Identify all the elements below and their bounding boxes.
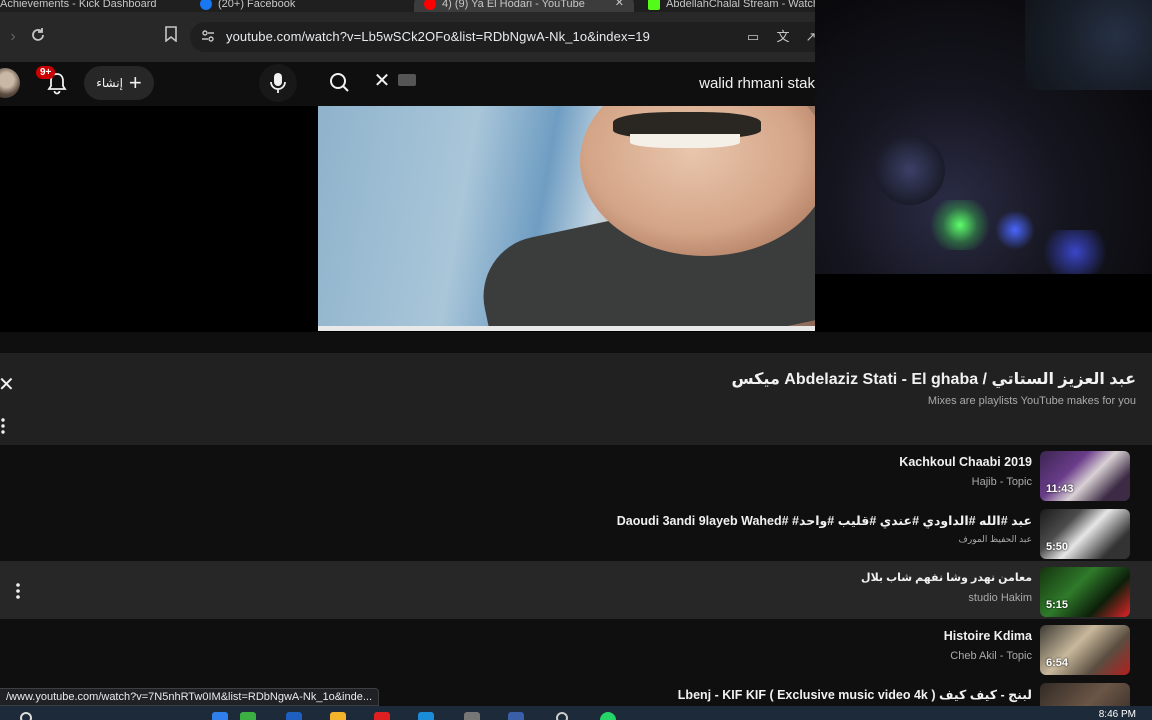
- playlist-header: ✕ ميكس Abdelaziz Stati - El ghaba / عبد …: [0, 353, 1152, 445]
- voice-search-button[interactable]: [259, 64, 297, 102]
- item-channel: Cheb Akil - Topic: [950, 650, 1032, 662]
- tab-label: Achievements - Kick Dashboard: [0, 0, 157, 10]
- playlist-item[interactable]: Kachkoul Chaabi 2019 Hajib - Topic 11:43: [0, 445, 1152, 503]
- tab-label: (20+) Facebook: [218, 0, 296, 10]
- item-duration: 5:50: [1046, 541, 1069, 553]
- create-button[interactable]: إنشاء +: [84, 66, 154, 100]
- browser-toolbar: › youtube.com/watch?v=Lb5wSCk2OFo&list=R…: [0, 12, 816, 62]
- address-bar[interactable]: youtube.com/watch?v=Lb5wSCk2OFo&list=RDb…: [190, 22, 816, 52]
- forward-icon[interactable]: ›: [2, 26, 24, 48]
- item-duration: 5:15: [1046, 599, 1069, 611]
- tab-label: AbdellahChalal Stream - Watch: [666, 0, 815, 10]
- close-playlist-icon[interactable]: ✕: [0, 375, 16, 395]
- settings-icon[interactable]: [464, 712, 480, 720]
- app-icon[interactable]: [240, 712, 256, 720]
- cast-icon[interactable]: ▭: [744, 28, 762, 46]
- os-taskbar: 8:46 PM: [0, 706, 1152, 720]
- playlist-item[interactable]: Daoudi 3andi 9layeb Wahed# #عبد #الله #ا…: [0, 503, 1152, 561]
- item-thumbnail[interactable]: 5:15: [1040, 567, 1130, 617]
- item-thumbnail[interactable]: 11:43: [1040, 451, 1130, 501]
- whatsapp-icon[interactable]: [600, 712, 616, 720]
- webcam-overlay: [815, 0, 1152, 274]
- item-thumbnail[interactable]: 6:54: [1040, 625, 1130, 675]
- tab-kick-stream[interactable]: AbdellahChalal Stream - Watch: [648, 0, 815, 12]
- tab-label: 4) (9) Ya El Hodari - YouTube: [442, 0, 585, 10]
- item-duration: 6:54: [1046, 657, 1069, 669]
- item-channel: عبد الحفيظ المورف: [958, 534, 1032, 544]
- video-player[interactable]: [318, 106, 815, 328]
- app-icon[interactable]: [374, 712, 390, 720]
- item-title: Lbenj - KIF KIF ( Exclusive music video …: [677, 688, 1032, 702]
- playlist-subtitle: Mixes are playlists YouTube makes for yo…: [927, 395, 1136, 407]
- create-label: إنشاء: [96, 76, 123, 90]
- tab-close-icon[interactable]: ✕: [615, 0, 624, 9]
- app-icon[interactable]: [418, 712, 434, 720]
- item-title: Daoudi 3andi 9layeb Wahed# #عبد #الله #ا…: [616, 514, 1032, 528]
- item-menu-icon[interactable]: [14, 581, 22, 601]
- tab-youtube-active[interactable]: 4) (9) Ya El Hodari - YouTube ✕: [414, 0, 634, 12]
- app-icon[interactable]: [212, 712, 228, 720]
- folder-icon[interactable]: [330, 712, 346, 720]
- plus-icon: +: [128, 70, 142, 95]
- playlist-items: Kachkoul Chaabi 2019 Hajib - Topic 11:43…: [0, 445, 1152, 720]
- translate-icon[interactable]: 文: [774, 28, 792, 46]
- search-input[interactable]: [420, 66, 815, 100]
- item-channel: Hajib - Topic: [971, 476, 1032, 488]
- search-icon[interactable]: [20, 712, 32, 720]
- kick-icon: [648, 0, 660, 10]
- item-title: معامن نهدر وشا نفهم شاب بلال: [861, 572, 1032, 584]
- taskbar-clock: 8:46 PM: [1098, 709, 1136, 720]
- video-progress-bar[interactable]: [318, 326, 815, 331]
- youtube-masthead: 9+ إنشاء + ✕: [0, 62, 815, 106]
- app-icon[interactable]: [286, 712, 302, 720]
- app-icon[interactable]: [556, 712, 568, 720]
- keyboard-icon[interactable]: [398, 74, 416, 86]
- playlist-menu-icon[interactable]: [0, 417, 8, 435]
- youtube-icon: [424, 0, 436, 10]
- browser-tab-strip: Achievements - Kick Dashboard (20+) Face…: [0, 0, 815, 12]
- avatar[interactable]: [0, 68, 20, 98]
- item-title: Kachkoul Chaabi 2019: [899, 455, 1032, 469]
- notification-badge: 9+: [36, 66, 56, 79]
- url-text: youtube.com/watch?v=Lb5wSCk2OFo&list=RDb…: [226, 29, 650, 44]
- item-title: Histoire Kdima: [943, 629, 1032, 643]
- site-info-icon[interactable]: [200, 28, 216, 44]
- clear-search-icon[interactable]: ✕: [372, 70, 392, 92]
- facebook-icon: [200, 0, 212, 10]
- item-channel: studio Hakim: [968, 592, 1032, 604]
- tab-kick-dashboard[interactable]: Achievements - Kick Dashboard: [0, 0, 157, 12]
- playlist-panel: ✕ ميكس Abdelaziz Stati - El ghaba / عبد …: [0, 353, 1152, 720]
- search-button[interactable]: [313, 66, 365, 100]
- reload-icon[interactable]: [27, 26, 49, 48]
- playlist-title[interactable]: ميكس Abdelaziz Stati - El ghaba / عبد ال…: [732, 369, 1137, 389]
- item-duration: 11:43: [1046, 483, 1074, 495]
- tab-facebook[interactable]: (20+) Facebook: [200, 0, 295, 12]
- playlist-item[interactable]: معامن نهدر وشا نفهم شاب بلال studio Haki…: [0, 561, 1152, 619]
- bookmark-icon[interactable]: [160, 26, 182, 48]
- item-thumbnail[interactable]: 5:50: [1040, 509, 1130, 559]
- app-icon[interactable]: [508, 712, 524, 720]
- player-side-area: [815, 274, 1152, 332]
- link-status-bar: /www.youtube.com/watch?v=7N5nhRTw0IM&lis…: [0, 688, 380, 706]
- playlist-item[interactable]: Histoire Kdima Cheb Akil - Topic 6:54: [0, 619, 1152, 677]
